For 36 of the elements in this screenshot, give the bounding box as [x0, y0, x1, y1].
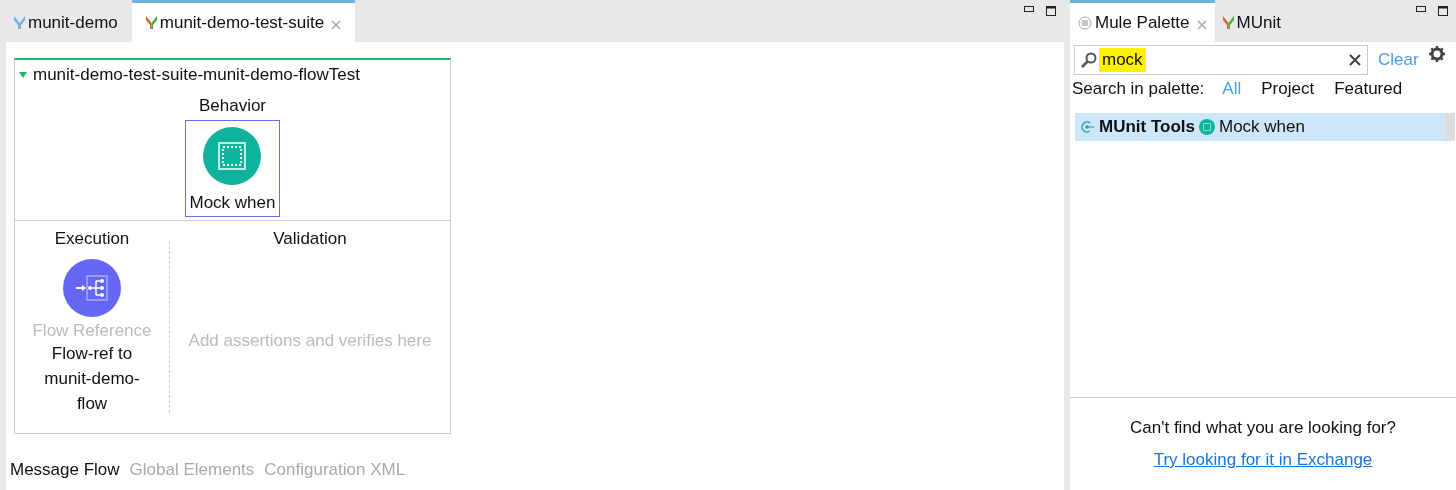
minimize-icon[interactable]: [1416, 6, 1426, 12]
view-tab[interactable]: MUnit: [1214, 0, 1289, 42]
module-icon: [1081, 121, 1095, 133]
processor-type: Flow Reference: [32, 321, 152, 341]
logo-icon: [1222, 16, 1234, 29]
section-heading: Validation: [273, 229, 347, 249]
editor-tab[interactable]: munit-demo-test-suite: [131, 0, 356, 42]
not-found-message: Can't find what you are looking for?: [1130, 418, 1396, 438]
section-heading: Execution: [54, 229, 130, 249]
logo-icon: [14, 16, 25, 29]
flow-reference-icon[interactable]: [63, 259, 121, 317]
filter-option[interactable]: Project: [1259, 79, 1317, 99]
exchange-link[interactable]: Try looking for it in Exchange: [1153, 450, 1373, 470]
editor-view-tab[interactable]: Message Flow: [10, 460, 120, 480]
mock-processor[interactable]: Mock when: [184, 120, 281, 217]
settings-icon[interactable]: [1428, 46, 1445, 62]
view-tab[interactable]: Mule Palette: [1070, 0, 1215, 42]
editor-tab[interactable]: munit-demo: [0, 0, 132, 42]
section-heading: Behavior: [198, 95, 267, 117]
mock-icon: [203, 127, 262, 185]
palette-result[interactable]: MUnit Tools Mock when: [1075, 113, 1455, 141]
maximize-icon[interactable]: [1438, 6, 1448, 16]
search-value: mock: [1099, 48, 1146, 72]
minimize-icon[interactable]: [1024, 6, 1034, 12]
clear-search-icon[interactable]: [1349, 54, 1361, 66]
processor-label: Flow-ref to munit-demo-flow: [43, 343, 141, 415]
filter-option[interactable]: Featured: [1332, 79, 1405, 99]
maximize-icon[interactable]: [1046, 6, 1056, 16]
expand-triangle-icon[interactable]: [19, 72, 27, 78]
flow-title: munit-demo-test-suite-munit-demo-flowTest: [33, 65, 360, 85]
logo-icon: [145, 16, 157, 29]
mock-icon: [1199, 119, 1215, 135]
drop-hint: Add assertions and verifies here: [188, 331, 432, 351]
search-field[interactable]: mock: [1074, 45, 1368, 75]
search-icon: [1081, 52, 1097, 68]
filter-label: Search in palette:: [1072, 79, 1205, 99]
